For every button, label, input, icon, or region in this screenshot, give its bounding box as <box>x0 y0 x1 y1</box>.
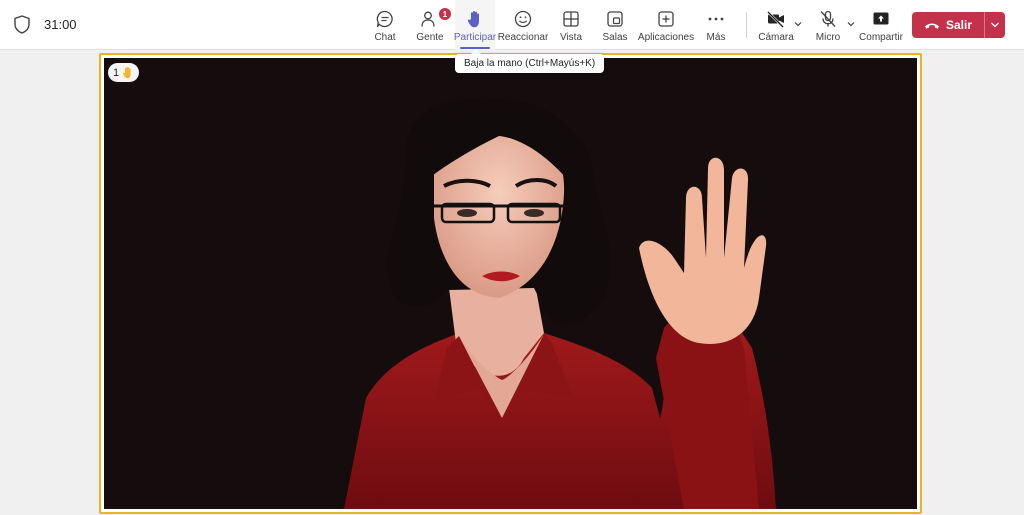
mic-options-chevron-icon[interactable] <box>846 19 856 29</box>
lower-hand-tooltip: Baja la mano (Ctrl+Mayús+K) <box>455 49 605 73</box>
chat-button[interactable]: Chat <box>371 0 399 50</box>
leave-label: Salir <box>946 18 973 32</box>
share-icon <box>873 12 889 25</box>
rooms-label: Salas <box>602 32 628 43</box>
grid-icon <box>563 11 579 27</box>
camera-label: Cámara <box>758 32 794 43</box>
share-button[interactable]: Compartir <box>859 0 903 50</box>
view-button[interactable]: Vista <box>557 0 585 50</box>
people-button[interactable]: 1 Gente <box>414 0 451 50</box>
raised-hands-indicator: 1 <box>108 63 139 82</box>
participant-video[interactable]: 1 <box>104 58 917 509</box>
shield-icon <box>14 15 30 34</box>
leave-separator <box>984 12 985 38</box>
apps-button[interactable]: Aplicaciones <box>637 0 695 50</box>
raise-hand-icon <box>467 11 479 28</box>
add-app-icon <box>658 11 674 27</box>
mic-label: Micro <box>815 32 841 43</box>
share-label: Compartir <box>859 32 903 43</box>
emoji-icon <box>514 10 532 28</box>
mic-button[interactable]: Micro <box>814 0 842 50</box>
avatar-image <box>344 97 776 509</box>
more-button[interactable]: Más <box>704 0 728 50</box>
camera-off-icon <box>767 11 784 28</box>
meeting-timer: 31:00 <box>44 17 77 32</box>
people-icon <box>421 11 435 27</box>
chat-label: Chat <box>374 32 396 43</box>
apps-label: Aplicaciones <box>637 32 695 43</box>
more-label: Más <box>706 32 726 43</box>
participate-button[interactable]: Participar <box>453 0 497 50</box>
camera-button[interactable]: Cámara <box>758 0 794 50</box>
raised-hand-emoji-icon <box>123 67 131 79</box>
toolbar-divider <box>746 12 747 38</box>
raised-hands-count: 1 <box>113 66 120 79</box>
mic-off-icon <box>820 10 836 27</box>
people-badge: 1 <box>439 8 451 20</box>
people-label: Gente <box>416 32 444 43</box>
participate-label: Participar <box>453 32 497 43</box>
more-icon <box>708 17 724 21</box>
meeting-toolbar: 31:00 Chat 1 Gente Participar Reaccionar… <box>0 0 1024 50</box>
view-label: Vista <box>559 32 583 43</box>
leave-button[interactable]: Salir <box>912 12 1005 38</box>
chat-icon <box>376 10 393 28</box>
camera-options-chevron-icon[interactable] <box>793 19 803 29</box>
rooms-icon <box>607 11 623 27</box>
rooms-button[interactable]: Salas <box>601 0 629 50</box>
hang-up-icon <box>925 23 939 29</box>
leave-options-chevron-icon[interactable] <box>990 21 1000 29</box>
react-label: Reaccionar <box>497 32 549 43</box>
react-button[interactable]: Reaccionar <box>497 0 549 50</box>
